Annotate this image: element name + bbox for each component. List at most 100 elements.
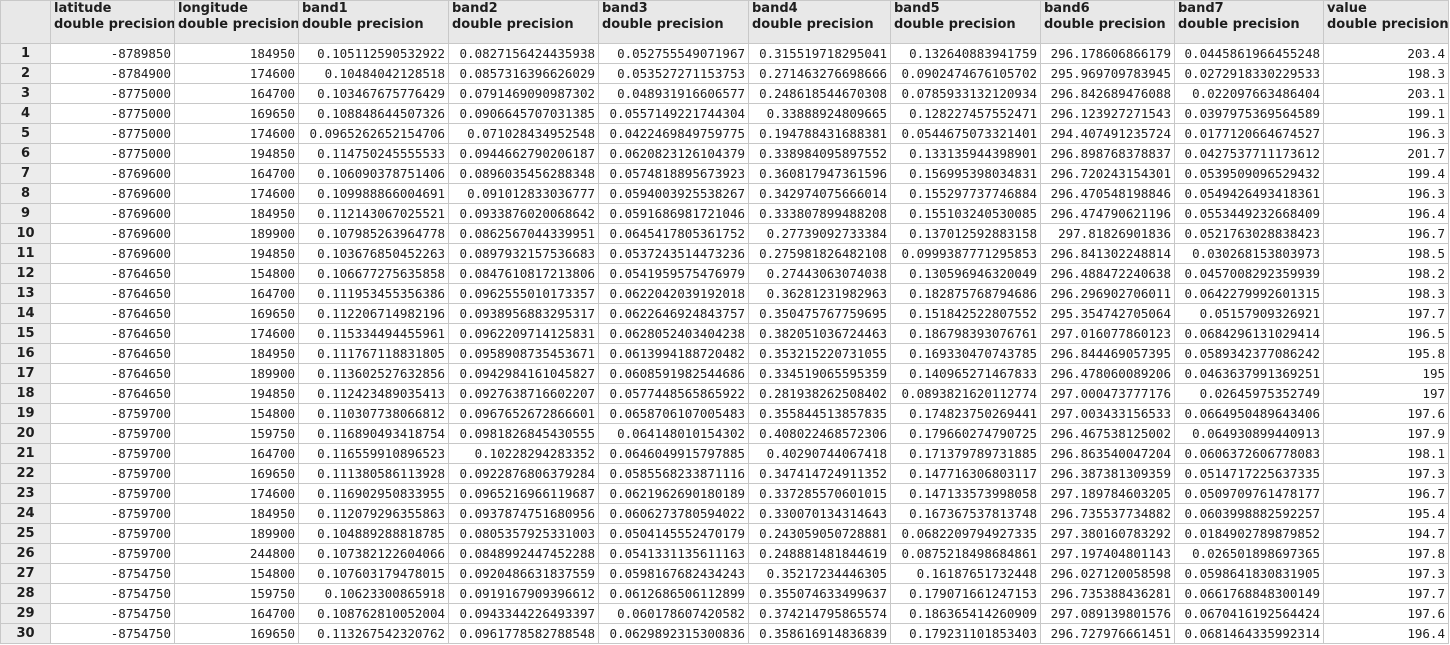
column-header-band4[interactable]: band4 double precision [748,0,891,44]
row-number[interactable]: 1 [0,43,51,64]
cell-band2[interactable]: 0.10228294283352 [448,443,599,464]
cell-band2[interactable]: 0.0962209714125831 [448,323,599,344]
cell-latitude[interactable]: -8775000 [50,143,175,164]
cell-band6[interactable]: 296.478060089206 [1040,363,1175,384]
cell-longitude[interactable]: 159750 [174,583,299,604]
table-row[interactable]: 1 -8789850 184950 0.105112590532922 0.082715… [0,43,1449,64]
cell-band1[interactable]: 0.10623300865918 [298,583,449,604]
row-number[interactable]: 24 [0,503,51,524]
cell-band1[interactable]: 0.112143067025521 [298,203,449,224]
cell-band4[interactable]: 0.350475767759695 [748,303,891,324]
cell-longitude[interactable]: 194850 [174,143,299,164]
cell-band7[interactable]: 0.0606372606778083 [1174,443,1324,464]
cell-band1[interactable]: 0.106677275635858 [298,263,449,284]
table-row[interactable]: 30 -8754750 169650 0.113267542320762 0.09617… [0,623,1449,644]
cell-band3[interactable]: 0.053527271153753 [598,63,749,84]
cell-value[interactable]: 197.3 [1323,463,1449,484]
cell-value[interactable]: 197.3 [1323,563,1449,584]
cell-band2[interactable]: 0.0981826845430555 [448,423,599,444]
cell-band1[interactable]: 0.113267542320762 [298,623,449,644]
cell-band6[interactable]: 297.089139801576 [1040,603,1175,624]
cell-value[interactable]: 196.7 [1323,483,1449,504]
cell-band4[interactable]: 0.248881481844619 [748,543,891,564]
cell-band1[interactable]: 0.113602527632856 [298,363,449,384]
row-number[interactable]: 4 [0,103,51,124]
row-number[interactable]: 26 [0,543,51,564]
cell-value[interactable]: 197.7 [1323,303,1449,324]
cell-band3[interactable]: 0.060178607420582 [598,603,749,624]
cell-band4[interactable]: 0.338984095897552 [748,143,891,164]
cell-band1[interactable]: 0.111953455356386 [298,283,449,304]
cell-band3[interactable]: 0.0658706107005483 [598,403,749,424]
cell-band2[interactable]: 0.0897932157536683 [448,243,599,264]
cell-band7[interactable]: 0.0539509096529432 [1174,163,1324,184]
table-row[interactable]: 3 -8775000 164700 0.103467675776429 0.079146… [0,83,1449,104]
cell-band5[interactable]: 0.179071661247153 [890,583,1041,604]
table-row[interactable]: 19 -8759700 154800 0.110307738066812 0.09676… [0,403,1449,424]
cell-latitude[interactable]: -8775000 [50,103,175,124]
table-row[interactable]: 12 -8764650 154800 0.106677275635858 0.08476… [0,263,1449,284]
cell-band3[interactable]: 0.0608591982544686 [598,363,749,384]
cell-band1[interactable]: 0.107382122604066 [298,543,449,564]
cell-latitude[interactable]: -8789850 [50,43,175,64]
cell-band7[interactable]: 0.0664950489643406 [1174,403,1324,424]
cell-band1[interactable]: 0.112079296355863 [298,503,449,524]
cell-longitude[interactable]: 189900 [174,363,299,384]
table-row[interactable]: 17 -8764650 189900 0.113602527632856 0.09429… [0,363,1449,384]
cell-band7[interactable]: 0.0521763028838423 [1174,223,1324,244]
cell-band7[interactable]: 0.0272918330229533 [1174,63,1324,84]
cell-longitude[interactable]: 164700 [174,603,299,624]
cell-band2[interactable]: 0.0933876020068642 [448,203,599,224]
cell-value[interactable]: 196.4 [1323,623,1449,644]
cell-latitude[interactable]: -8764650 [50,343,175,364]
cell-band4[interactable]: 0.333807899488208 [748,203,891,224]
cell-band6[interactable]: 296.387381309359 [1040,463,1175,484]
cell-band5[interactable]: 0.0893821620112774 [890,383,1041,404]
row-number[interactable]: 15 [0,323,51,344]
cell-longitude[interactable]: 154800 [174,403,299,424]
cell-latitude[interactable]: -8754750 [50,623,175,644]
cell-band1[interactable]: 0.10484042128518 [298,63,449,84]
cell-band6[interactable]: 294.407491235724 [1040,123,1175,144]
cell-band4[interactable]: 0.374214795865574 [748,603,891,624]
cell-band5[interactable]: 0.186798393076761 [890,323,1041,344]
cell-band4[interactable]: 0.27739092733384 [748,223,891,244]
cell-band7[interactable]: 0.0598641830831905 [1174,563,1324,584]
cell-longitude[interactable]: 169650 [174,463,299,484]
cell-band6[interactable]: 296.467538125002 [1040,423,1175,444]
table-row[interactable]: 22 -8759700 169650 0.111380586113928 0.09228… [0,463,1449,484]
cell-band4[interactable]: 0.355074633499637 [748,583,891,604]
cell-band5[interactable]: 0.0902474676105702 [890,63,1041,84]
cell-band6[interactable]: 296.027120058598 [1040,563,1175,584]
cell-band7[interactable]: 0.0603998882592257 [1174,503,1324,524]
row-number[interactable]: 12 [0,263,51,284]
cell-band7[interactable]: 0.0681464335992314 [1174,623,1324,644]
column-header-band6[interactable]: band6 double precision [1040,0,1175,44]
cell-band6[interactable]: 296.863540047204 [1040,443,1175,464]
row-number[interactable]: 19 [0,403,51,424]
cell-band2[interactable]: 0.0961778582788548 [448,623,599,644]
cell-band7[interactable]: 0.0457008292359939 [1174,263,1324,284]
cell-band1[interactable]: 0.116902950833955 [298,483,449,504]
row-number[interactable]: 8 [0,183,51,204]
cell-band4[interactable]: 0.358616914836839 [748,623,891,644]
cell-band1[interactable]: 0.112206714982196 [298,303,449,324]
cell-band2[interactable]: 0.0943344226493397 [448,603,599,624]
cell-band2[interactable]: 0.071028434952548 [448,123,599,144]
cell-band7[interactable]: 0.0514717225637335 [1174,463,1324,484]
row-number[interactable]: 6 [0,143,51,164]
cell-band7[interactable]: 0.064930899440913 [1174,423,1324,444]
row-number[interactable]: 13 [0,283,51,304]
cell-band1[interactable]: 0.108762810052004 [298,603,449,624]
cell-band6[interactable]: 296.842689476088 [1040,83,1175,104]
cell-band6[interactable]: 296.841302248814 [1040,243,1175,264]
cell-band2[interactable]: 0.0791469090987302 [448,83,599,104]
cell-band3[interactable]: 0.0577448565865922 [598,383,749,404]
cell-band4[interactable]: 0.271463276698666 [748,63,891,84]
cell-band6[interactable]: 296.735388436281 [1040,583,1175,604]
cell-longitude[interactable]: 174600 [174,123,299,144]
cell-band7[interactable]: 0.022097663486404 [1174,83,1324,104]
table-row[interactable]: 11 -8769600 194850 0.103676850452263 0.08979… [0,243,1449,264]
row-number[interactable]: 30 [0,623,51,644]
row-number[interactable]: 28 [0,583,51,604]
